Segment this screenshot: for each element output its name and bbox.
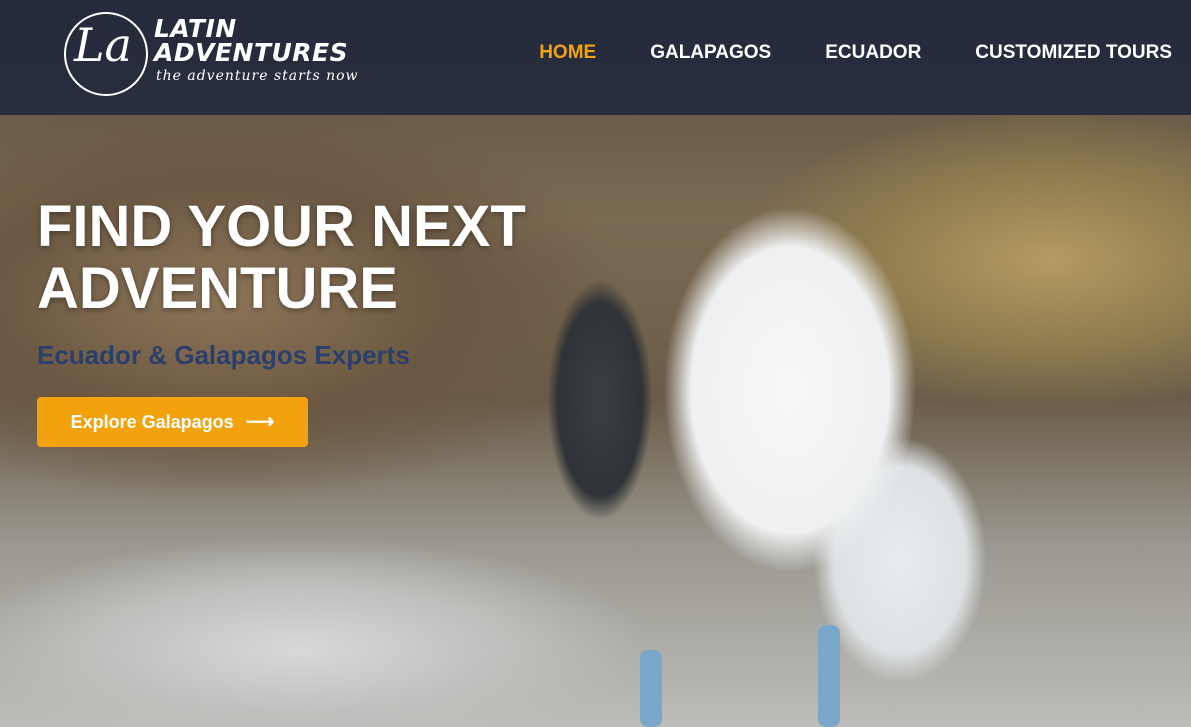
logo[interactable]: La LATIN ADVENTURES the adventure starts…	[64, 12, 364, 98]
cta-label: Explore Galapagos	[70, 411, 234, 432]
main-nav: HOME GALAPAGOS ECUADOR CUSTOMIZED TOURS	[485, 42, 1172, 64]
logo-tagline: the adventure starts now	[156, 68, 359, 84]
hero-subtitle: Ecuador & Galapagos Experts	[37, 340, 410, 370]
logo-monogram: La	[74, 18, 132, 72]
arrow-right-icon: ⟶	[245, 411, 275, 433]
hero-title-line2: ADVENTURE	[37, 256, 398, 321]
hero-section: La LATIN ADVENTURES the adventure starts…	[0, 0, 1191, 727]
logo-name-line2: ADVENTURES	[154, 38, 349, 67]
hero-title-line1: FIND YOUR NEXT	[37, 194, 526, 259]
bird-leg-right	[818, 625, 840, 727]
nav-item-customized-tours[interactable]: CUSTOMIZED TOURS	[975, 42, 1172, 64]
bird-leg-left	[640, 650, 662, 727]
site-header: La LATIN ADVENTURES the adventure starts…	[0, 0, 1191, 115]
nav-item-galapagos[interactable]: GALAPAGOS	[650, 42, 771, 64]
explore-galapagos-button[interactable]: Explore Galapagos ⟶	[37, 397, 308, 447]
nav-item-home[interactable]: HOME	[539, 42, 596, 64]
nav-item-ecuador[interactable]: ECUADOR	[825, 42, 921, 64]
hero-title: FIND YOUR NEXT ADVENTURE	[37, 196, 597, 320]
